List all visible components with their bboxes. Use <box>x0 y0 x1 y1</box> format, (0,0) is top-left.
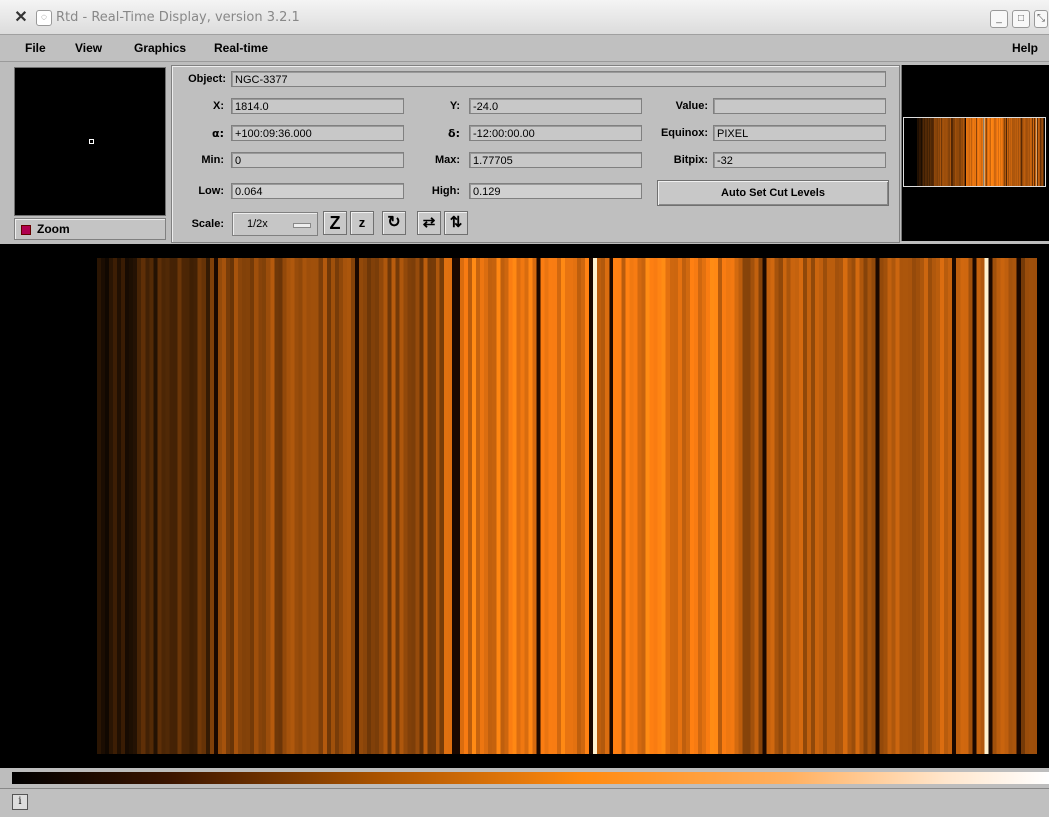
equinox-field[interactable]: PIXEL <box>713 125 886 141</box>
maximize-icon[interactable]: □ <box>1012 10 1030 28</box>
value-field[interactable] <box>713 98 886 114</box>
x-app-icon[interactable]: ✕ <box>12 9 30 27</box>
colorbar[interactable] <box>12 772 1049 784</box>
pin-icon[interactable]: ◌ <box>36 10 52 26</box>
max-label: Max: <box>434 154 460 166</box>
delta-field[interactable]: -12:00:00.00 <box>469 125 642 141</box>
zoom-indicator-icon <box>21 225 31 235</box>
value-label: Value: <box>675 100 708 112</box>
bitpix-field[interactable]: -32 <box>713 152 886 168</box>
scale-value: 1/2x <box>247 218 268 230</box>
info-icon[interactable]: i <box>12 794 28 810</box>
panner-thumbnail[interactable] <box>903 117 1046 187</box>
min-field[interactable]: 0 <box>231 152 404 168</box>
spectrum-image <box>0 258 1049 754</box>
bitpix-label: Bitpix: <box>673 154 708 166</box>
zoom-label: Zoom <box>37 222 70 236</box>
x-label: X: <box>213 100 224 112</box>
alpha-label: α: <box>212 127 224 140</box>
menu-file[interactable]: File <box>25 41 46 55</box>
menu-view[interactable]: View <box>75 41 102 55</box>
y-label: Y: <box>449 100 460 112</box>
object-label: Object: <box>188 73 226 85</box>
alpha-field[interactable]: +100:09:36.000 <box>231 125 404 141</box>
minimize-icon[interactable]: _ <box>990 10 1008 28</box>
high-field[interactable]: 0.129 <box>469 183 642 199</box>
scale-menu[interactable]: 1/2x <box>232 212 318 236</box>
flip-x-icon[interactable]: ⇄ <box>417 211 441 235</box>
high-label: High: <box>431 185 460 197</box>
max-field[interactable]: 1.77705 <box>469 152 642 168</box>
flip-y-icon[interactable]: ⇅ <box>444 211 468 235</box>
main-image-display[interactable] <box>0 244 1049 768</box>
title-bar: ✕ ◌ Rtd - Real-Time Display, version 3.2… <box>0 0 1049 35</box>
y-field[interactable]: -24.0 <box>469 98 642 114</box>
delta-label: δ: <box>448 127 460 140</box>
zoom-out-icon[interactable]: z <box>350 211 374 235</box>
low-label: Low: <box>198 185 224 197</box>
auto-set-cut-levels-button[interactable]: Auto Set Cut Levels <box>657 180 889 206</box>
equinox-label: Equinox: <box>660 127 708 139</box>
zoom-cursor-marker <box>89 139 94 144</box>
zoom-toggle-button[interactable]: Zoom <box>14 218 166 240</box>
window-title: Rtd - Real-Time Display, version 3.2.1 <box>56 10 300 25</box>
menu-help[interactable]: Help <box>1012 41 1038 55</box>
low-field[interactable]: 0.064 <box>231 183 404 199</box>
menu-indicator-icon <box>293 223 311 228</box>
zoom-in-icon[interactable]: Z <box>323 211 347 235</box>
scale-label: Scale: <box>191 218 224 230</box>
rotate-icon[interactable]: ↻ <box>382 211 406 235</box>
menu-realtime[interactable]: Real-time <box>214 41 268 55</box>
menu-bar: File View Graphics Real-time Help <box>0 35 1049 62</box>
zoom-view[interactable] <box>14 67 166 216</box>
status-bar: i <box>0 788 1049 817</box>
min-label: Min: <box>201 154 224 166</box>
close-icon[interactable]: ⤡ <box>1034 10 1048 28</box>
x-field[interactable]: 1814.0 <box>231 98 404 114</box>
object-field[interactable]: NGC-3377 <box>231 71 886 87</box>
menu-graphics[interactable]: Graphics <box>134 41 186 55</box>
